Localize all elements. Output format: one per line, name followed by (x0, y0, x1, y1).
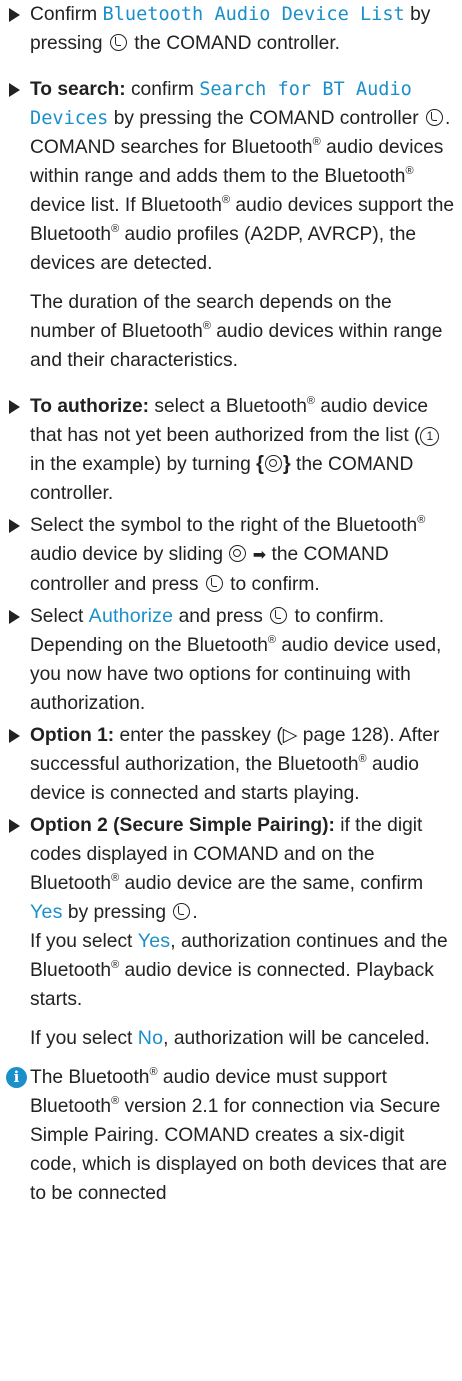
step-select-authorize: Select Authorize and press to confirm. D… (6, 602, 456, 718)
step-search: To search: confirm Search for BT Audio D… (6, 75, 456, 375)
step-lead: Option 1: (30, 725, 115, 746)
menu-command-authorize: Authorize (88, 605, 174, 627)
bullet-triangle-icon (9, 519, 20, 533)
bullet-triangle-icon (9, 819, 20, 833)
step-lead: To authorize: (30, 396, 150, 417)
slide-right-arrow-icon: ➡ (252, 547, 267, 564)
step-confirm-device-list: Confirm Bluetooth Audio Device List by p… (6, 0, 456, 58)
manual-page: Confirm Bluetooth Audio Device List by p… (0, 0, 462, 1208)
step-text: the COMAND controller. (128, 33, 341, 54)
bullet-triangle-icon (9, 610, 20, 624)
step-option-2: Option 2 (Secure Simple Pairing): if the… (6, 811, 456, 1053)
step-paragraph: If you select Yes, authorization continu… (30, 930, 448, 1010)
turn-left-icon: { (256, 453, 264, 475)
controller-knob-icon (264, 455, 282, 472)
info-note: i The Bluetooth® audio device must suppo… (6, 1063, 456, 1208)
menu-command-no: No (137, 1027, 164, 1049)
step-paragraph: The duration of the search depends on th… (30, 292, 443, 371)
bullet-triangle-icon (9, 83, 20, 97)
step-paragraph: If you select No, authorization will be … (30, 1027, 430, 1049)
step-option-1: Option 1: enter the passkey (▷ page 128)… (6, 721, 456, 808)
page-reference-link[interactable]: ▷ page 128 (283, 725, 383, 746)
step-lead: Option 2 (Secure Simple Pairing): (30, 815, 335, 836)
press-controller-icon (109, 34, 127, 51)
controller-knob-icon (229, 545, 247, 562)
bullet-triangle-icon (9, 729, 20, 743)
bullet-triangle-icon (9, 8, 20, 22)
step-paragraph: COMAND searches for Bluetooth® audio dev… (30, 135, 455, 274)
press-controller-icon (173, 903, 191, 920)
step-select-symbol: Select the symbol to the right of the Bl… (6, 511, 456, 599)
menu-command-yes: Yes (137, 930, 171, 952)
step-authorize: To authorize: select a Bluetooth® audio … (6, 392, 456, 508)
menu-command-bluetooth-audio-device-list: Bluetooth Audio Device List (102, 4, 405, 25)
callout-number: 1 (420, 427, 440, 446)
step-text: by pressing the COMAND controller (108, 108, 419, 129)
step-lead: To search: (30, 79, 126, 100)
press-controller-icon (270, 607, 288, 624)
bullet-triangle-icon (9, 400, 20, 414)
step-text: confirm (125, 79, 200, 100)
turn-right-icon: } (282, 453, 291, 475)
step-text: Confirm (30, 4, 103, 25)
press-controller-icon (426, 109, 444, 126)
step-text: . (445, 108, 451, 129)
info-icon: i (6, 1067, 27, 1088)
press-controller-icon (205, 575, 223, 592)
menu-command-yes: Yes (30, 901, 63, 923)
